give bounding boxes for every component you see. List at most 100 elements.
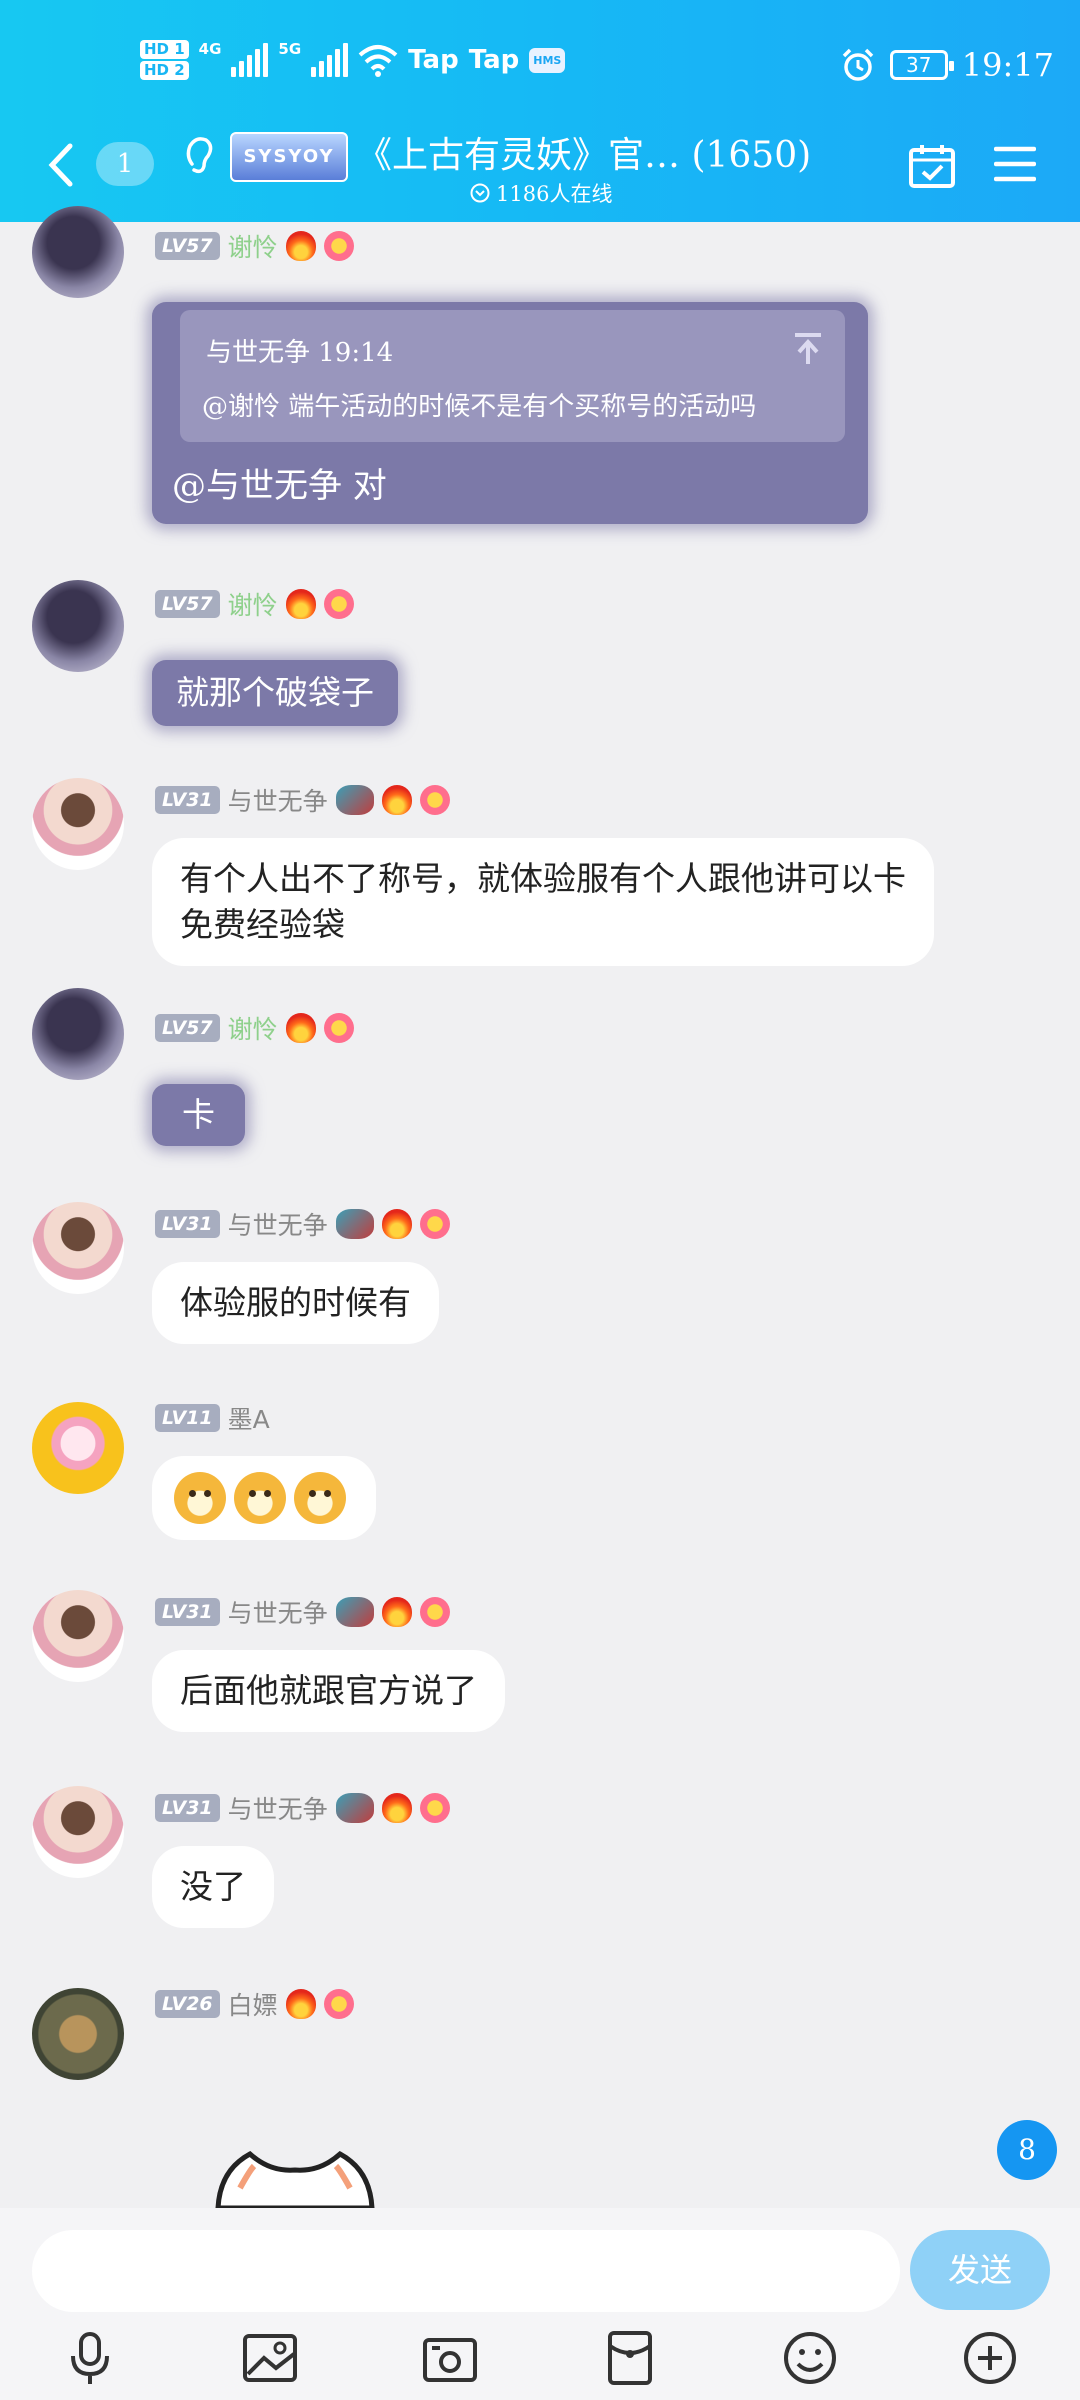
hd-indicators: HD 1 HD 2 — [140, 40, 189, 80]
scroll-to-top-icon[interactable] — [793, 332, 823, 366]
message-bubble[interactable]: 就那个破袋子 — [152, 660, 398, 726]
sender-name[interactable]: 墨A — [228, 1400, 270, 1436]
flower-icon — [323, 231, 354, 261]
cat-sticker[interactable] — [210, 2148, 380, 2208]
quote-header: 与世无争 19:14 — [206, 338, 394, 368]
sender-meta: LV57 谢怜 — [155, 1010, 354, 1046]
message-bubble[interactable]: 卡 — [152, 1084, 245, 1146]
message-bubble[interactable]: 后面他就跟官方说了 — [152, 1650, 505, 1732]
doge-emoji-icon — [294, 1472, 346, 1524]
message-bubble[interactable] — [152, 1456, 376, 1540]
taptap-icon: Tap — [468, 45, 520, 75]
sender-meta: LV57 谢怜 — [155, 586, 354, 622]
avatar[interactable] — [32, 1988, 124, 2080]
clock: 19:17 — [961, 46, 1054, 84]
sender-name[interactable]: 谢怜 — [228, 1010, 278, 1046]
level-badge: LV26 — [155, 1990, 220, 2018]
image-icon[interactable] — [242, 2330, 298, 2386]
microphone-icon[interactable] — [62, 2330, 118, 2386]
avatar[interactable] — [32, 1402, 124, 1494]
emoji-icon[interactable] — [782, 2330, 838, 2386]
chat-header: HD 1 HD 2 4G 5G Tap Tap HMS 37 19:17 1 S… — [0, 0, 1080, 222]
avatar[interactable] — [32, 1202, 124, 1294]
nav-bar: 1 SYSYOY 《上古有灵妖》官… (1650) 1186人在线 — [0, 120, 1080, 210]
flower-icon — [419, 785, 450, 815]
battery-icon: 37 — [889, 50, 954, 80]
status-bar-right: 37 19:17 — [840, 40, 1054, 90]
sender-meta: LV26 白嫖 — [155, 1986, 354, 2022]
flower-icon — [419, 1597, 450, 1627]
fire-icon — [381, 1793, 412, 1823]
unread-count-badge[interactable]: 1 — [96, 142, 154, 186]
message-input[interactable] — [32, 2230, 900, 2312]
level-badge: LV31 — [155, 1794, 220, 1822]
message-bubble[interactable]: 没了 — [152, 1846, 274, 1928]
avatar[interactable] — [32, 778, 124, 870]
flower-icon — [323, 1013, 354, 1043]
sender-name[interactable]: 与世无争 — [228, 1206, 328, 1242]
fire-icon — [285, 1013, 316, 1043]
dragon-icon — [335, 1209, 374, 1239]
camera-icon[interactable] — [422, 2330, 478, 2386]
new-message-badge[interactable]: 8 — [997, 2120, 1057, 2180]
sender-name[interactable]: 谢怜 — [228, 228, 278, 264]
avatar[interactable] — [32, 1590, 124, 1682]
sender-meta: LV31 与世无争 — [155, 1206, 450, 1242]
status-bar-left: HD 1 HD 2 4G 5G Tap Tap HMS — [140, 32, 566, 88]
message-bubble[interactable]: 有个人出不了称号，就体验服有个人跟他讲可以卡免费经验袋 — [152, 838, 934, 966]
fire-icon — [381, 1209, 412, 1239]
plus-icon[interactable] — [962, 2330, 1018, 2386]
fire-icon — [285, 231, 316, 261]
fire-icon — [381, 1597, 412, 1627]
alarm-icon — [842, 48, 874, 81]
message-text: @与世无争 对 — [172, 466, 387, 506]
online-count-label: 1186人在线 — [496, 182, 613, 206]
sender-meta: LV11 墨A — [155, 1400, 270, 1436]
avatar[interactable] — [32, 1786, 124, 1878]
fire-icon — [285, 589, 316, 619]
online-count[interactable]: 1186人在线 — [470, 178, 612, 208]
flower-icon — [419, 1793, 450, 1823]
avatar[interactable] — [32, 580, 124, 672]
quoted-message[interactable]: 与世无争 19:14 @谢怜 端午活动的时候不是有个买称号的活动吗 — [180, 310, 845, 442]
sender-name[interactable]: 与世无争 — [228, 1790, 328, 1826]
ear-icon[interactable] — [180, 130, 220, 180]
sender-name[interactable]: 白嫖 — [228, 1986, 278, 2022]
group-title[interactable]: 《上古有灵妖》官… (1650) — [356, 126, 811, 178]
menu-icon[interactable] — [994, 144, 1036, 184]
level-badge: LV57 — [155, 590, 220, 618]
flower-icon — [419, 1209, 450, 1239]
sender-name[interactable]: 与世无争 — [228, 782, 328, 818]
calendar-check-icon[interactable] — [908, 142, 956, 190]
red-packet-icon[interactable] — [602, 2330, 658, 2386]
hd2-badge: HD 2 — [140, 61, 189, 80]
network-type-1: 4G — [198, 40, 222, 58]
quote-text: @谢怜 端午活动的时候不是有个买称号的活动吗 — [202, 392, 757, 422]
signal-icon — [231, 43, 269, 77]
group-logo: SYSYOY — [230, 132, 348, 182]
message-bubble[interactable]: 体验服的时候有 — [152, 1262, 439, 1344]
hd1-badge: HD 1 — [140, 40, 189, 59]
input-bar: 发送 — [0, 2208, 1080, 2400]
network-type-2: 5G — [278, 40, 302, 58]
level-badge: LV57 — [155, 1014, 220, 1042]
level-badge: LV31 — [155, 786, 220, 814]
back-arrow-icon[interactable] — [42, 142, 82, 188]
sender-meta: LV31 与世无争 — [155, 1594, 450, 1630]
sender-name[interactable]: 与世无争 — [228, 1594, 328, 1630]
sender-name[interactable]: 谢怜 — [228, 586, 278, 622]
fire-icon — [381, 785, 412, 815]
sender-meta: LV31 与世无争 — [155, 782, 450, 818]
level-badge: LV57 — [155, 232, 220, 260]
chevron-down-circle-icon — [470, 183, 490, 203]
dragon-icon — [335, 1793, 374, 1823]
fire-icon — [285, 1989, 316, 2019]
flower-icon — [323, 589, 354, 619]
sender-meta: LV31 与世无争 — [155, 1790, 450, 1826]
avatar[interactable] — [32, 988, 124, 1080]
dragon-icon — [335, 785, 374, 815]
level-badge: LV31 — [155, 1598, 220, 1626]
send-button[interactable]: 发送 — [910, 2230, 1050, 2310]
level-badge: LV31 — [155, 1210, 220, 1238]
avatar[interactable] — [32, 206, 124, 298]
